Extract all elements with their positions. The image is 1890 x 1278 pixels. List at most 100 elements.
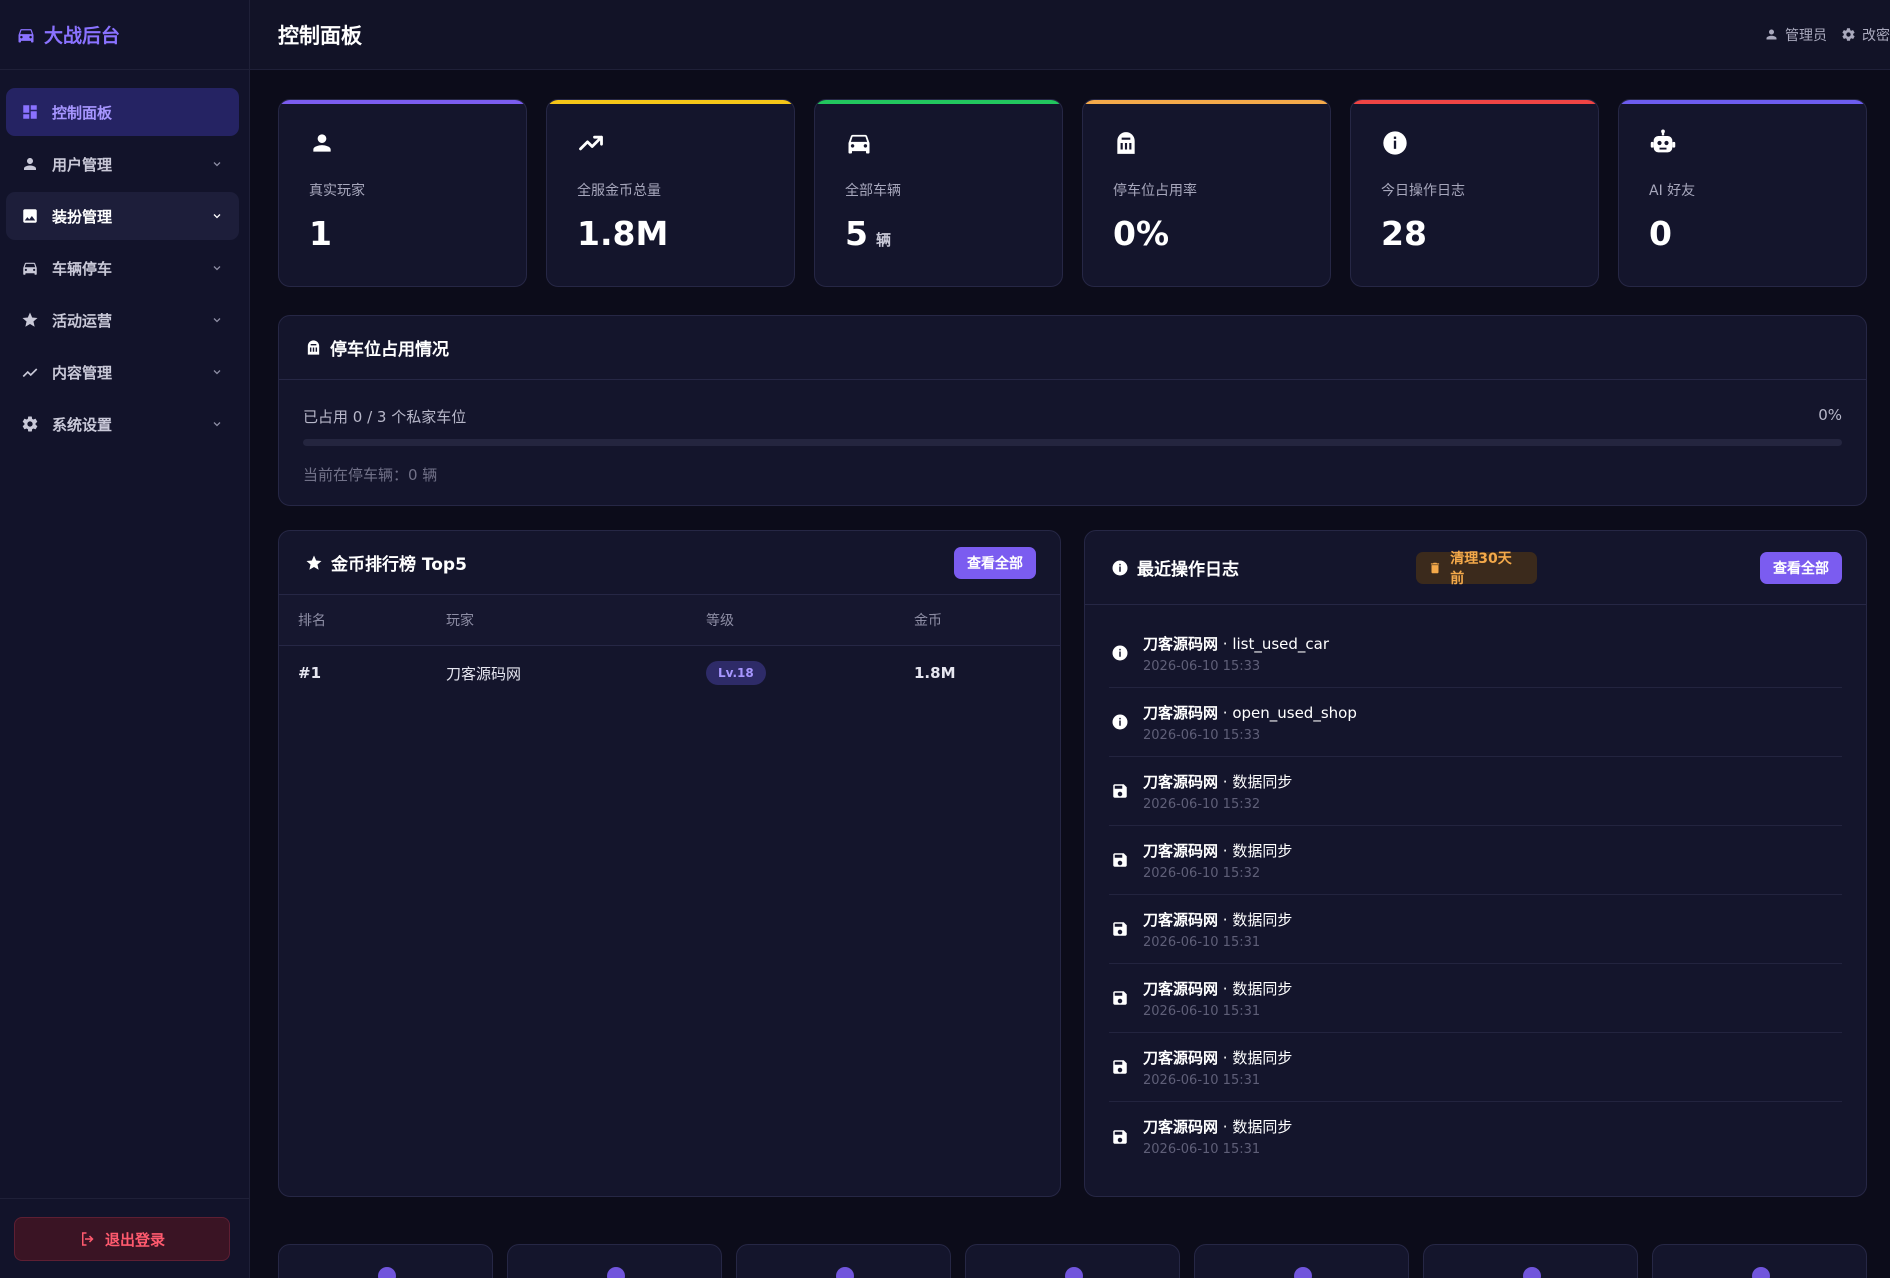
panel-title: 停车位占用情况 bbox=[330, 340, 449, 360]
sidebar-item-users[interactable]: 用户管理 bbox=[6, 140, 239, 188]
star-icon bbox=[20, 310, 40, 330]
quick-action-card[interactable] bbox=[1194, 1244, 1409, 1278]
stat-card-today-logs: 今日操作日志 28 bbox=[1350, 99, 1599, 287]
stat-label: 停车位占用率 bbox=[1113, 183, 1197, 199]
log-time: 2026-06-10 15:33 bbox=[1143, 658, 1261, 674]
user-icon bbox=[1764, 27, 1779, 42]
stat-number: 28 bbox=[1381, 214, 1427, 253]
ranking-table: 排名 玩家 等级 金币 #1 刀客源码网 Lv.18 1.8M bbox=[279, 595, 1060, 701]
parking-percent: 0% bbox=[1818, 406, 1842, 424]
parking-current-text: 当前在停车辆：0 辆 bbox=[303, 466, 438, 484]
log-item[interactable]: 刀客源码网 · 数据同步 2026-06-10 15:31 bbox=[1109, 1102, 1842, 1171]
stat-value: 1.8M bbox=[577, 214, 794, 253]
log-item[interactable]: 刀客源码网 · 数据同步 2026-06-10 15:32 bbox=[1109, 826, 1842, 895]
admin-label: 管理员 bbox=[1785, 27, 1827, 44]
save-icon bbox=[1111, 920, 1129, 938]
log-text: 刀客源码网 · 数据同步 bbox=[1143, 909, 1292, 930]
log-item[interactable]: 刀客源码网 · 数据同步 2026-06-10 15:31 bbox=[1109, 964, 1842, 1033]
quick-action-card[interactable] bbox=[736, 1244, 951, 1278]
log-item[interactable]: 刀客源码网 · 数据同步 2026-06-10 15:31 bbox=[1109, 1033, 1842, 1102]
gear-icon bbox=[20, 414, 40, 434]
view-all-logs-button[interactable]: 查看全部 bbox=[1760, 551, 1843, 584]
panel-title: 最近操作日志 bbox=[1137, 560, 1239, 580]
stat-number: 0% bbox=[1113, 214, 1170, 253]
clear-old-logs-label: 清理30天前 bbox=[1450, 550, 1512, 587]
robot-icon bbox=[1649, 128, 1679, 158]
save-icon bbox=[1111, 1128, 1129, 1146]
brand-title: 大战后台 bbox=[44, 25, 121, 47]
log-item[interactable]: 刀客源码网 · list_used_car 2026-06-10 15:33 bbox=[1109, 619, 1842, 688]
log-content: 刀客源码网 · 数据同步 2026-06-10 15:31 bbox=[1143, 1116, 1292, 1157]
log-content: 刀客源码网 · 数据同步 2026-06-10 15:31 bbox=[1143, 1047, 1292, 1088]
stat-accent-bar bbox=[1083, 100, 1330, 104]
sidebar-item-dashboard[interactable]: 控制面板 bbox=[6, 88, 239, 136]
view-all-ranking-button[interactable]: 查看全部 bbox=[954, 546, 1036, 579]
stat-number: 0 bbox=[1649, 214, 1672, 253]
sidebar-item-outfits[interactable]: 装扮管理 bbox=[6, 192, 239, 240]
logout-icon bbox=[79, 1230, 97, 1248]
car-icon bbox=[845, 128, 875, 158]
quick-action-card[interactable] bbox=[278, 1244, 493, 1278]
log-content: 刀客源码网 · 数据同步 2026-06-10 15:31 bbox=[1143, 909, 1292, 950]
log-list: 刀客源码网 · list_used_car 2026-06-10 15:33 刀客源… bbox=[1085, 605, 1866, 1171]
save-icon bbox=[1111, 989, 1129, 1007]
sidebar: 大战后台 控制面板 用户管理 装扮管理 车辆停车 活动运营 内容管理 系统设置 … bbox=[0, 0, 250, 1278]
stat-label: 全服金币总量 bbox=[577, 183, 661, 199]
log-user: 刀客源码网 bbox=[1143, 979, 1219, 998]
log-action: · 数据同步 bbox=[1218, 1048, 1293, 1067]
sidebar-item-vehicles[interactable]: 车辆停车 bbox=[6, 244, 239, 292]
change-password-link[interactable]: 改密 bbox=[1841, 25, 1890, 45]
card-icon bbox=[1752, 1267, 1770, 1278]
log-user: 刀客源码网 bbox=[1143, 910, 1219, 929]
quick-action-cards bbox=[278, 1244, 1867, 1278]
stat-value: 28 bbox=[1381, 214, 1598, 253]
table-row[interactable]: #1 刀客源码网 Lv.18 1.8M bbox=[279, 645, 1060, 701]
log-item[interactable]: 刀客源码网 · 数据同步 2026-06-10 15:31 bbox=[1109, 895, 1842, 964]
quick-action-card[interactable] bbox=[965, 1244, 1180, 1278]
car-icon bbox=[20, 258, 40, 278]
sidebar-item-content[interactable]: 内容管理 bbox=[6, 348, 239, 396]
logout-button[interactable]: 退出登录 bbox=[14, 1217, 230, 1261]
log-item[interactable]: 刀客源码网 · 数据同步 2026-06-10 15:32 bbox=[1109, 757, 1842, 826]
brand[interactable]: 大战后台 bbox=[0, 0, 249, 70]
stat-accent-bar bbox=[1619, 100, 1866, 104]
dashboard-icon bbox=[20, 102, 40, 122]
panel-title-group: 最近操作日志 bbox=[1111, 555, 1408, 580]
chevron-down-icon bbox=[211, 366, 223, 378]
card-icon bbox=[836, 1267, 854, 1278]
clear-old-logs-button[interactable]: 清理30天前 bbox=[1416, 551, 1537, 587]
stat-label: 真实玩家 bbox=[309, 183, 365, 199]
log-user: 刀客源码网 bbox=[1143, 841, 1219, 860]
sidebar-item-settings[interactable]: 系统设置 bbox=[6, 400, 239, 448]
column-header: 玩家 bbox=[427, 595, 687, 646]
stat-value: 0 bbox=[1649, 214, 1866, 253]
change-password-label: 改密 bbox=[1862, 27, 1890, 44]
image-icon bbox=[20, 206, 40, 226]
chevron-down-icon bbox=[211, 418, 223, 430]
info-icon bbox=[1111, 644, 1129, 662]
log-text: 刀客源码网 · 数据同步 bbox=[1143, 840, 1292, 861]
log-content: 刀客源码网 · 数据同步 2026-06-10 15:32 bbox=[1143, 840, 1292, 881]
stat-accent-bar bbox=[815, 100, 1062, 104]
sidebar-item-label: 用户管理 bbox=[52, 155, 113, 174]
column-header: 金币 bbox=[895, 595, 1060, 646]
quick-action-card[interactable] bbox=[1423, 1244, 1638, 1278]
quick-action-card[interactable] bbox=[507, 1244, 722, 1278]
log-content: 刀客源码网 · 数据同步 2026-06-10 15:31 bbox=[1143, 978, 1292, 1019]
sidebar-item-label: 装扮管理 bbox=[52, 207, 113, 226]
log-item[interactable]: 刀客源码网 · open_used_shop 2026-06-10 15:33 bbox=[1109, 688, 1842, 757]
sidebar-item-events[interactable]: 活动运营 bbox=[6, 296, 239, 344]
rank-cell: #1 bbox=[298, 664, 322, 683]
top-actions: 管理员 改密 bbox=[1764, 25, 1890, 45]
log-content: 刀客源码网 · list_used_car 2026-06-10 15:33 bbox=[1143, 633, 1329, 674]
card-icon bbox=[1065, 1267, 1083, 1278]
log-user: 刀客源码网 bbox=[1143, 703, 1219, 722]
log-action: · 数据同步 bbox=[1218, 979, 1293, 998]
quick-action-card[interactable] bbox=[1652, 1244, 1867, 1278]
log-content: 刀客源码网 · open_used_shop 2026-06-10 15:33 bbox=[1143, 702, 1357, 743]
info-icon bbox=[1111, 713, 1129, 731]
admin-menu[interactable]: 管理员 bbox=[1764, 25, 1827, 45]
coins-cell: 1.8M bbox=[914, 664, 956, 683]
parking-icon bbox=[1113, 128, 1143, 158]
log-user: 刀客源码网 bbox=[1143, 1118, 1219, 1136]
